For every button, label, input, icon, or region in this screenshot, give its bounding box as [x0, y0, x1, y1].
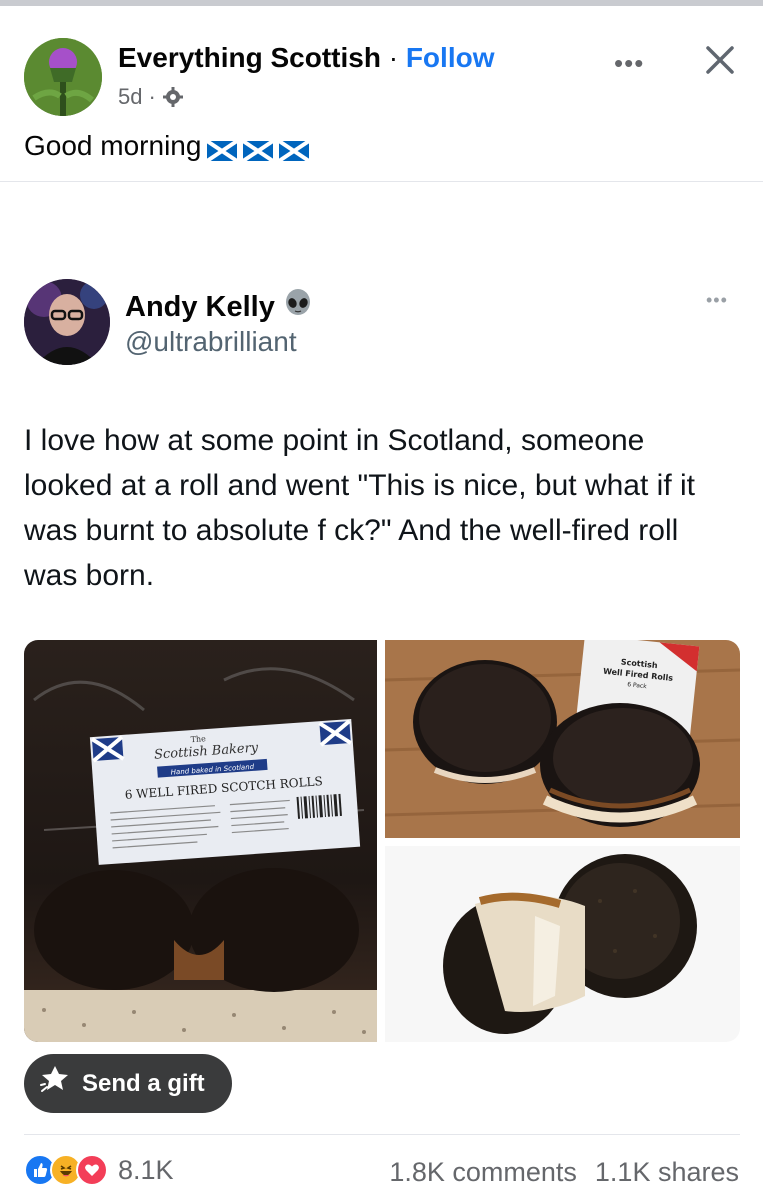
name-separator: ·	[380, 42, 406, 73]
close-icon[interactable]	[700, 40, 740, 80]
tweet-author-line: Andy Kelly	[125, 288, 313, 326]
gift-icon	[38, 1063, 72, 1104]
engagement-stats: 1.8K comments 1.1K shares	[389, 1157, 739, 1188]
bag-brand-small: The	[190, 734, 206, 744]
post-meta: 5d ·	[118, 84, 184, 110]
post-header: Everything Scottish · Follow 5d · •••	[0, 20, 763, 120]
more-options-button[interactable]: •••	[614, 48, 644, 79]
comments-count[interactable]: 1.8K comments	[389, 1157, 577, 1188]
photo-bagged-rolls[interactable]: The Scottish Bakery Hand baked in Scotla…	[24, 640, 377, 1042]
photo-split-roll[interactable]	[385, 846, 740, 1042]
gear-icon	[162, 86, 184, 108]
follow-button[interactable]: Follow	[406, 42, 495, 73]
reaction-count: 8.1K	[118, 1154, 174, 1185]
page-name-line: Everything Scottish · Follow	[118, 42, 494, 74]
photo-grid: The Scottish Bakery Hand baked in Scotla…	[24, 640, 740, 1042]
page-avatar[interactable]	[24, 38, 102, 116]
photo-burnt-rolls-board[interactable]: Scottish Well Fired Rolls 6 Pack	[384, 640, 740, 838]
tweet-avatar	[24, 279, 110, 365]
footer-divider	[24, 1134, 740, 1135]
meta-separator: ·	[148, 84, 156, 109]
reaction-summary[interactable]: 8.1K	[24, 1154, 174, 1186]
top-border	[0, 0, 763, 10]
send-gift-label: Send a gift	[82, 1069, 205, 1097]
shares-count[interactable]: 1.1K shares	[595, 1157, 739, 1188]
post-caption: Good morning	[24, 130, 311, 163]
tweet-text: I love how at some point in Scotland, so…	[24, 424, 695, 592]
post-time[interactable]: 5d	[118, 84, 142, 110]
page-name[interactable]: Everything Scottish	[118, 42, 381, 73]
scotland-flag-icon	[242, 136, 275, 163]
tweet-more-icon: •••	[706, 290, 728, 310]
love-icon	[76, 1154, 108, 1186]
scotland-flag-icon	[278, 136, 311, 163]
scotland-flag-icon	[206, 136, 239, 163]
caption-text: Good morning	[24, 130, 202, 161]
alien-emoji-icon	[283, 288, 313, 326]
send-gift-button[interactable]: Send a gift	[24, 1054, 232, 1113]
divider	[0, 181, 763, 182]
tweet-author-handle[interactable]: @ultrabrilliant	[125, 326, 297, 358]
tweet-author-name[interactable]: Andy Kelly	[125, 291, 275, 324]
